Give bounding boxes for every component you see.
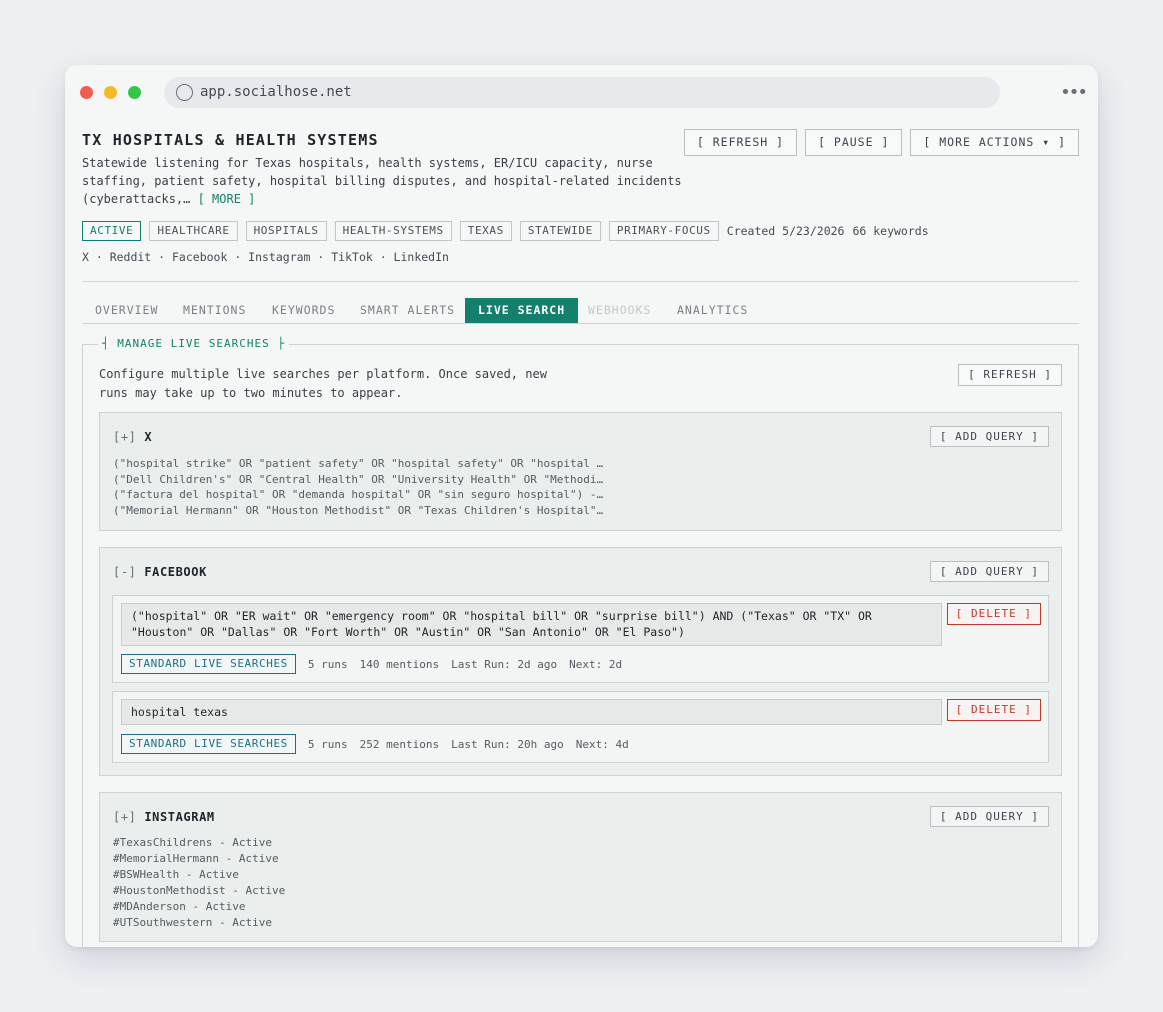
page-title: TX HOSPITALS & HEALTH SYSTEMS — [82, 131, 379, 149]
query-text-field[interactable]: ("hospital" OR "ER wait" OR "emergency r… — [121, 603, 942, 646]
keyword-count: 66 keywords — [852, 224, 929, 238]
platform-section-x: [+] X [ ADD QUERY ] ("hospital strike" O… — [99, 412, 1062, 531]
tag[interactable]: HOSPITALS — [245, 221, 327, 241]
tab-keywords[interactable]: KEYWORDS — [259, 298, 348, 323]
platform-name: FACEBOOK — [144, 565, 207, 579]
query-preview-list: ("hospital strike" OR "patient safety" O… — [113, 456, 610, 519]
query-stats: STANDARD LIVE SEARCHES 5 runs 252 mentio… — [121, 734, 629, 754]
panel-title: ┤ MANAGE LIVE SEARCHES ├ — [98, 337, 289, 350]
query-text-field[interactable]: hospital texas — [121, 699, 942, 725]
tag[interactable]: HEALTH-SYSTEMS — [334, 221, 452, 241]
section-header[interactable]: [+] INSTAGRAM — [113, 810, 215, 824]
tab-mentions[interactable]: MENTIONS — [170, 298, 259, 323]
platform-list: X · Reddit · Facebook · Instagram · TikT… — [82, 250, 449, 264]
browser-window: app.socialhose.net ••• TX HOSPITALS & HE… — [65, 65, 1098, 947]
add-query-button[interactable]: [ ADD QUERY ] — [929, 426, 1049, 447]
address-bar[interactable]: app.socialhose.net — [164, 77, 1000, 108]
tag[interactable]: TEXAS — [459, 221, 512, 241]
platform-name: X — [144, 430, 153, 444]
live-search-refresh-button[interactable]: [ REFRESH ] — [958, 364, 1062, 386]
header-actions: [ REFRESH ] [ PAUSE ] [ MORE ACTIONS ▾ ] — [683, 129, 1079, 156]
platform-name: INSTAGRAM — [144, 810, 215, 824]
hashtag-list: #TexasChildrens - Active #MemorialHerman… — [113, 835, 285, 930]
query-card: hospital texas [ DELETE ] STANDARD LIVE … — [112, 691, 1049, 763]
query-stats: STANDARD LIVE SEARCHES 5 runs 140 mentio… — [121, 654, 622, 674]
hashtag-item: #HoustonMethodist - Active — [113, 883, 286, 897]
tag[interactable]: HEALTHCARE — [149, 221, 238, 241]
run-count: 5 runs — [307, 737, 348, 751]
url-text: app.socialhose.net — [200, 84, 352, 100]
tab-bar: OVERVIEW MENTIONS KEYWORDS SMART ALERTS … — [82, 298, 1079, 324]
tab-overview[interactable]: OVERVIEW — [82, 298, 171, 323]
description-more-link[interactable]: [ MORE ] — [198, 192, 256, 206]
section-header[interactable]: [-] FACEBOOK — [113, 565, 207, 579]
tag-row: ACTIVE HEALTHCARE HOSPITALS HEALTH-SYSTE… — [82, 221, 929, 241]
title-bar: app.socialhose.net ••• — [65, 65, 1098, 119]
query-preview: ("hospital strike" OR "patient safety" O… — [113, 457, 604, 470]
site-info-icon[interactable] — [176, 84, 193, 101]
search-type-badge: STANDARD LIVE SEARCHES — [121, 654, 296, 674]
divider — [82, 281, 1079, 282]
tab-live-search[interactable]: LIVE SEARCH — [465, 298, 579, 323]
hashtag-item: #UTSouthwestern - Active — [113, 915, 272, 929]
live-search-panel: ┤ MANAGE LIVE SEARCHES ├ Configure multi… — [82, 337, 1079, 947]
hashtag-item: #TexasChildrens - Active — [113, 836, 272, 849]
pause-button[interactable]: [ PAUSE ] — [805, 129, 903, 156]
query-preview: ("Dell Children's" OR "Central Health" O… — [113, 472, 604, 486]
created-date: Created 5/23/2026 — [726, 224, 845, 238]
mention-count: 252 mentions — [359, 737, 440, 751]
next-run: Next: 4d — [575, 737, 629, 751]
search-type-badge: STANDARD LIVE SEARCHES — [121, 734, 296, 754]
hashtag-item: #MDAnderson - Active — [113, 899, 246, 913]
browser-menu-icon[interactable]: ••• — [1060, 82, 1088, 103]
delete-query-button[interactable]: [ DELETE ] — [946, 699, 1041, 721]
description-text: Statewide listening for Texas hospitals,… — [82, 156, 682, 206]
panel-intro: Configure multiple live searches per pla… — [99, 367, 547, 400]
expand-toggle[interactable]: [+] — [113, 810, 136, 824]
section-header[interactable]: [+] X — [113, 430, 152, 444]
hashtag-item: #BSWHealth - Active — [113, 867, 239, 881]
expand-toggle[interactable]: [+] — [113, 430, 136, 444]
last-run: Last Run: 20h ago — [451, 737, 564, 751]
tab-smart-alerts[interactable]: SMART ALERTS — [347, 298, 468, 323]
close-window-button[interactable] — [80, 86, 93, 99]
minimize-window-button[interactable] — [104, 86, 117, 99]
platform-section-facebook: [-] FACEBOOK [ ADD QUERY ] ("hospital" O… — [99, 547, 1062, 776]
tag[interactable]: PRIMARY-FOCUS — [608, 221, 719, 241]
add-query-button[interactable]: [ ADD QUERY ] — [929, 806, 1049, 827]
query-preview: ("Memorial Hermann" OR "Houston Methodis… — [113, 504, 604, 518]
status-badge: ACTIVE — [82, 221, 142, 241]
next-run: Next: 2d — [569, 657, 623, 671]
query-preview: ("factura del hospital" OR "demanda hosp… — [113, 488, 604, 502]
add-query-button[interactable]: [ ADD QUERY ] — [929, 561, 1049, 582]
collapse-toggle[interactable]: [-] — [113, 565, 136, 579]
tag[interactable]: STATEWIDE — [519, 221, 601, 241]
topic-description: Statewide listening for Texas hospitals,… — [82, 154, 682, 208]
hashtag-item: #MemorialHermann - Active — [113, 851, 279, 865]
more-actions-button[interactable]: [ MORE ACTIONS ▾ ] — [910, 129, 1079, 156]
mention-count: 140 mentions — [359, 657, 440, 671]
tab-analytics[interactable]: ANALYTICS — [664, 298, 761, 323]
maximize-window-button[interactable] — [128, 86, 141, 99]
delete-query-button[interactable]: [ DELETE ] — [946, 603, 1041, 625]
query-card: ("hospital" OR "ER wait" OR "emergency r… — [112, 595, 1049, 683]
platform-section-instagram: [+] INSTAGRAM [ ADD QUERY ] #TexasChildr… — [99, 792, 1062, 942]
last-run: Last Run: 2d ago — [451, 657, 558, 671]
refresh-button[interactable]: [ REFRESH ] — [683, 129, 798, 156]
run-count: 5 runs — [307, 657, 348, 671]
tab-webhooks: WEBHOOKS — [588, 303, 652, 317]
